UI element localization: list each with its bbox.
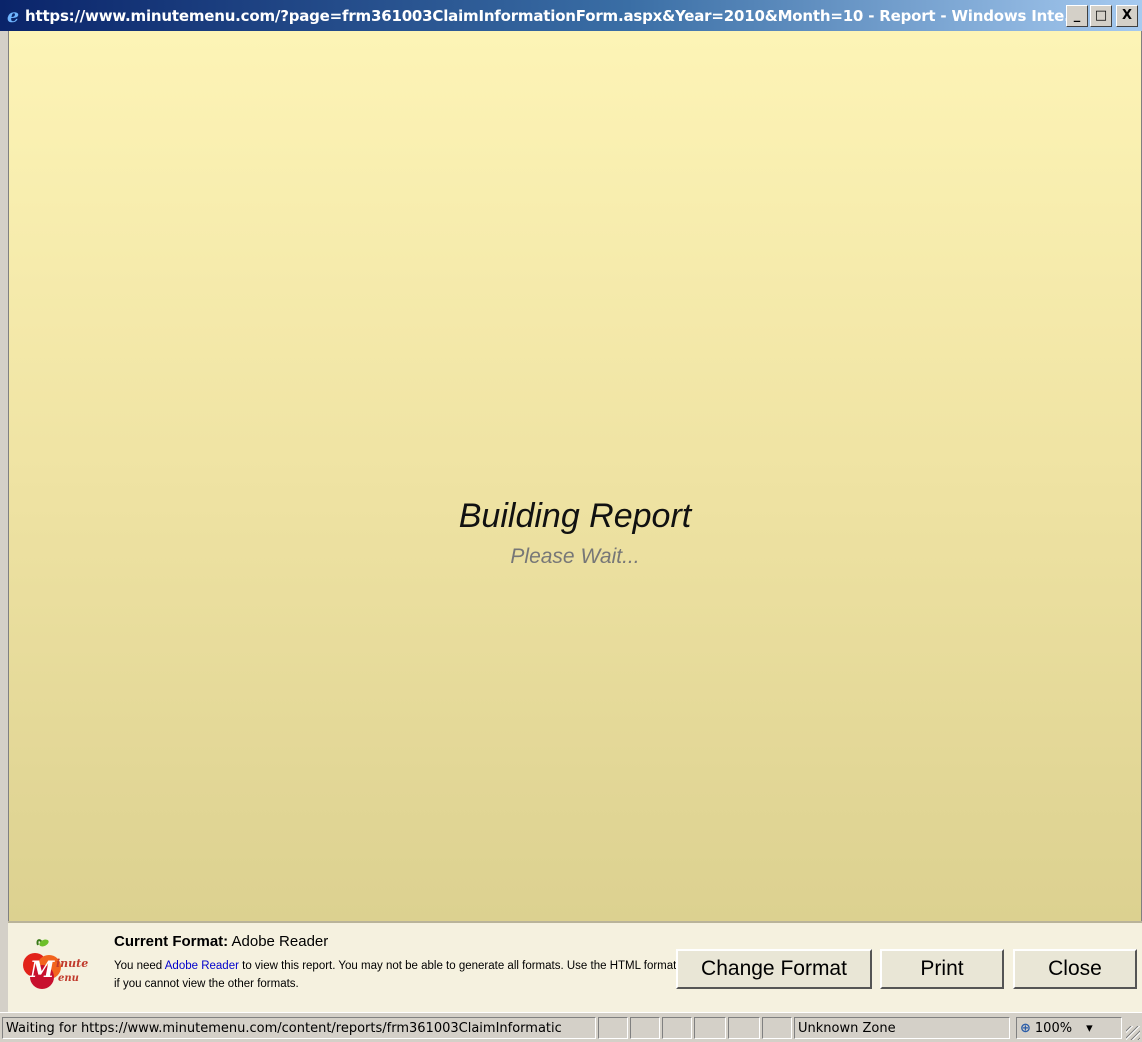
status-panel-1 (598, 1017, 628, 1039)
report-content-area: Building Report Please Wait... (8, 31, 1142, 921)
logo-text-bottom: enu (58, 973, 79, 984)
svg-text:M: M (29, 957, 55, 983)
security-zone[interactable]: Unknown Zone (794, 1017, 1010, 1039)
status-message: Waiting for https://www.minutemenu.com/c… (2, 1017, 596, 1039)
maximize-button[interactable]: □ (1090, 4, 1112, 27)
minimize-button[interactable]: _ (1066, 4, 1088, 27)
apple-logo-icon: M inute enu (23, 939, 88, 989)
close-button[interactable]: Close (1013, 949, 1137, 989)
chevron-down-icon[interactable]: ▾ (1086, 1021, 1093, 1036)
format-note-pre: You need (114, 960, 163, 972)
window-controls: _ □ X (1066, 4, 1138, 27)
status-panel-6 (762, 1017, 792, 1039)
current-format: Current Format: Adobe Reader (114, 933, 328, 950)
zoom-level: 100% (1034, 1020, 1073, 1036)
report-toolbar: M inute enu Current Format: Adobe Reader… (8, 921, 1142, 1012)
close-window-button[interactable]: X (1116, 4, 1138, 27)
maximize-icon: □ (1094, 8, 1108, 23)
internet-explorer-icon: e (6, 4, 20, 27)
current-format-value: Adobe Reader (231, 933, 329, 950)
status-panel-2 (630, 1017, 660, 1039)
status-panel-5 (728, 1017, 760, 1039)
status-bar: Waiting for https://www.minutemenu.com/c… (0, 1012, 1142, 1042)
zoom-control[interactable]: ⊕ 100% ▾ (1016, 1017, 1122, 1039)
adobe-reader-link[interactable]: Adobe Reader (165, 960, 239, 972)
minimize-icon: _ (1073, 8, 1081, 23)
status-panel-4 (694, 1017, 726, 1039)
window-title: https://www.minutemenu.com/?page=frm3610… (25, 6, 1066, 25)
status-panel-3 (662, 1017, 692, 1039)
format-note: You need Adobe Reader to view this repor… (114, 957, 684, 993)
security-zone-text: Unknown Zone (798, 1020, 896, 1036)
window-titlebar[interactable]: e https://www.minutemenu.com/?page=frm36… (0, 0, 1142, 31)
resize-grip-icon[interactable] (1126, 1026, 1140, 1040)
minute-menu-logo: M inute enu (22, 937, 112, 997)
loading-title: Building Report (458, 497, 692, 535)
print-button[interactable]: Print (880, 949, 1004, 989)
change-format-button[interactable]: Change Format (676, 949, 872, 989)
zoom-icon: ⊕ (1020, 1020, 1031, 1036)
close-icon: X (1121, 8, 1133, 23)
status-message-text: Waiting for https://www.minutemenu.com/c… (6, 1020, 562, 1036)
current-format-label: Current Format: (114, 933, 229, 950)
loading-subtitle: Please Wait... (510, 545, 640, 568)
logo-text-top: inute (56, 957, 88, 970)
